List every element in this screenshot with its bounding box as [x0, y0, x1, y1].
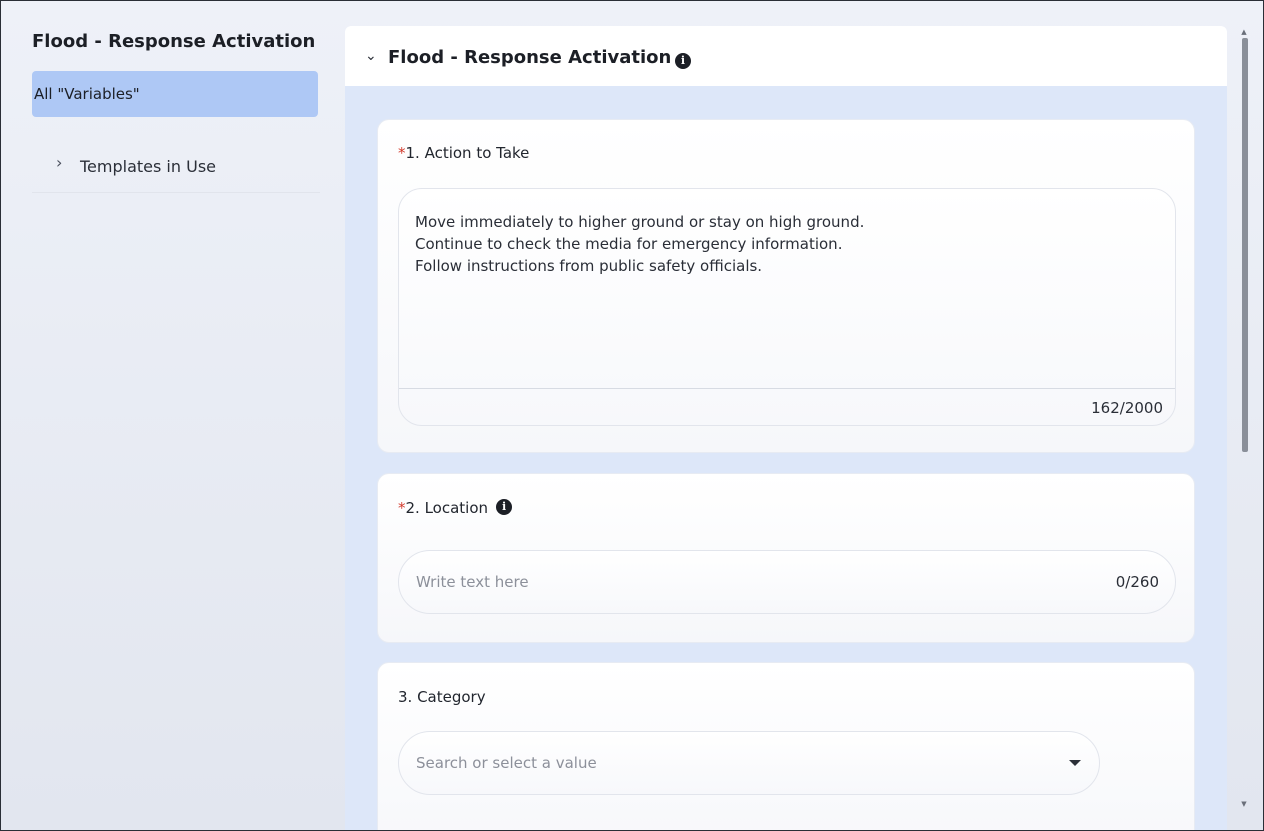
sidebar-item-all-variables[interactable]: All "Variables" [32, 71, 318, 117]
field-label-action-to-take: *1. Action to Take [398, 144, 529, 162]
scroll-down-icon[interactable]: ▼ [1240, 800, 1248, 808]
info-icon[interactable]: i [675, 53, 691, 69]
input-placeholder: Write text here [416, 573, 529, 591]
sidebar: Flood - Response Activation All "Variabl… [1, 1, 331, 830]
caret-down-icon[interactable] [1069, 760, 1081, 766]
field-card-action-to-take: *1. Action to Take Move immediately to h… [377, 119, 1195, 453]
panel-title: Flood - Response Activation [388, 47, 672, 68]
main-panel: ⌄ Flood - Response Activation i *1. Acti… [345, 26, 1227, 830]
character-counter: 0/260 [1115, 573, 1159, 591]
location-input[interactable]: Write text here 0/260 [398, 550, 1176, 614]
required-marker: * [398, 144, 406, 162]
field-card-location: *2. Location i Write text here 0/260 [377, 473, 1195, 643]
info-icon[interactable]: i [496, 499, 513, 515]
app-window: Flood - Response Activation All "Variabl… [0, 0, 1264, 831]
vertical-scrollbar[interactable]: ▲ ▼ [1237, 26, 1251, 816]
field-card-category: 3. Category Search or select a value [377, 662, 1195, 830]
sidebar-title: Flood - Response Activation [32, 31, 316, 52]
chevron-right-icon: › [56, 153, 63, 172]
field-label-location: *2. Location i [398, 499, 513, 517]
select-placeholder: Search or select a value [416, 754, 597, 772]
field-label-text: 2. Location [405, 499, 489, 517]
divider [399, 388, 1175, 389]
required-marker: * [398, 499, 406, 517]
field-label-category: 3. Category [398, 688, 486, 706]
sidebar-item-label: Templates in Use [80, 157, 216, 176]
scroll-up-icon[interactable]: ▲ [1240, 28, 1248, 36]
field-label-text: 1. Action to Take [405, 144, 530, 162]
category-select[interactable]: Search or select a value [398, 731, 1100, 795]
textarea-value[interactable]: Move immediately to higher ground or sta… [415, 211, 1155, 277]
scrollbar-thumb[interactable] [1242, 38, 1248, 452]
character-counter: 162/2000 [1091, 399, 1163, 417]
chevron-down-icon[interactable]: ⌄ [365, 48, 377, 64]
action-to-take-textarea[interactable]: Move immediately to higher ground or sta… [398, 188, 1176, 426]
sidebar-item-templates-in-use[interactable]: › Templates in Use [32, 147, 320, 193]
panel-header: ⌄ Flood - Response Activation i [345, 26, 1227, 86]
